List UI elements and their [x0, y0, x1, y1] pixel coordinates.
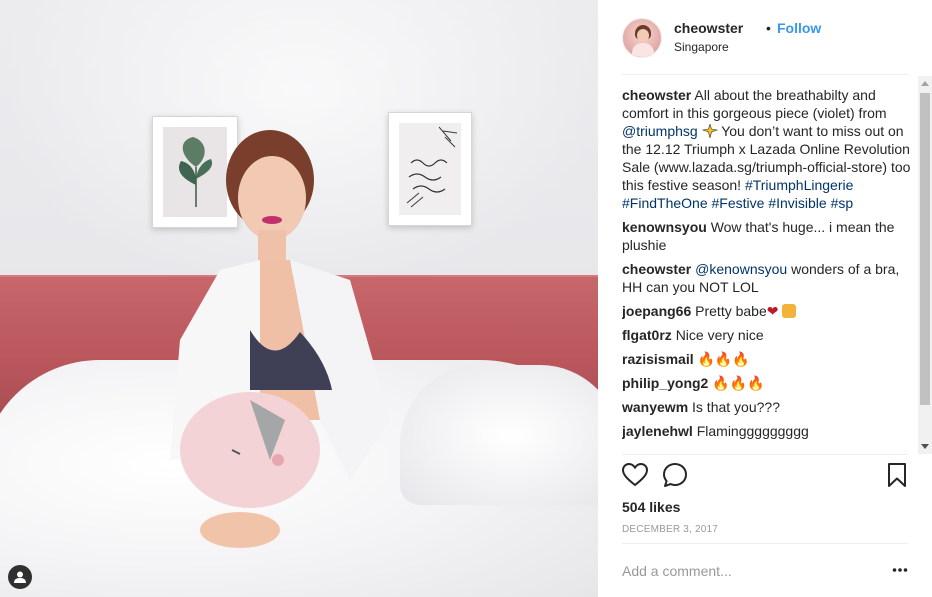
scroll-down-icon[interactable]	[921, 444, 929, 449]
location-link[interactable]: Singapore	[674, 40, 729, 54]
comments-scrollbar[interactable]	[918, 76, 932, 454]
heart-emoji-icon: ❤	[766, 303, 779, 319]
fire-emoji-icon: 🔥🔥🔥	[697, 351, 750, 367]
comment-username[interactable]: razisismail	[622, 351, 694, 367]
comment-username[interactable]: philip_yong2	[622, 375, 708, 391]
comment-item: jaylenehwl Flaminggggggggg	[622, 422, 912, 440]
post-date[interactable]: DECEMBER 3, 2017	[622, 524, 718, 535]
bed-pillow	[400, 365, 598, 505]
post-photo[interactable]	[0, 0, 598, 597]
comment-text: Nice very nice	[675, 327, 764, 343]
comment-text: Flaminggggggggg	[696, 423, 809, 439]
avatar[interactable]	[622, 18, 662, 58]
comment-item: flgat0rz Nice very nice	[622, 326, 912, 344]
comment-item: joepang66 Pretty babe❤	[622, 302, 912, 320]
scrollbar-thumb[interactable]	[920, 93, 930, 405]
comment-button[interactable]	[662, 462, 688, 488]
comment-mention[interactable]: @kenownsyou	[695, 261, 787, 277]
user-tag-button[interactable]	[8, 565, 32, 589]
comment-username[interactable]: wanyewm	[622, 399, 688, 415]
hashtag-2[interactable]: #FindTheOne	[622, 195, 708, 211]
scroll-up-icon[interactable]	[921, 81, 929, 86]
divider	[622, 454, 908, 455]
comments-list: cheowster All about the breathabilty and…	[622, 86, 912, 454]
hashtag-5[interactable]: #sp	[831, 195, 854, 211]
comment-item: philip_yong2 🔥🔥🔥	[622, 374, 912, 392]
hashtag-3[interactable]: #Festive	[712, 195, 765, 211]
sparkle-icon	[701, 124, 718, 138]
comment-username[interactable]: jaylenehwl	[622, 423, 693, 439]
girl-emoji-icon	[782, 304, 797, 318]
post-header: cheowster • Follow Singapore	[622, 16, 908, 64]
hashtag-1[interactable]: #TriumphLingerie	[745, 177, 853, 193]
hashtag-4[interactable]: #Invisible	[768, 195, 826, 211]
header-username[interactable]: cheowster	[674, 20, 743, 36]
divider	[622, 74, 908, 75]
comment-item: cheowster @kenownsyou wonders of a bra, …	[622, 260, 912, 296]
likes-count[interactable]: 504 likes	[622, 499, 680, 515]
post-actions	[622, 462, 908, 492]
add-comment-input[interactable]	[622, 558, 872, 584]
comment-username[interactable]: joepang66	[622, 303, 691, 319]
comment-text: Pretty babe	[695, 303, 767, 319]
person-figure	[170, 130, 390, 548]
more-options-button[interactable]	[892, 565, 908, 575]
comment-item: razisismail 🔥🔥🔥	[622, 350, 912, 368]
header-separator: •	[766, 20, 771, 36]
user-tag-icon	[14, 571, 26, 583]
caption: cheowster All about the breathabilty and…	[622, 86, 912, 212]
comment-text: Is that you???	[692, 399, 780, 415]
like-button[interactable]	[622, 462, 648, 488]
wall-frame-quote	[388, 112, 472, 226]
caption-username[interactable]: cheowster	[622, 87, 691, 103]
comment-username[interactable]: cheowster	[622, 261, 691, 277]
comment-username[interactable]: flgat0rz	[622, 327, 672, 343]
follow-button[interactable]: Follow	[777, 20, 821, 36]
comment-username[interactable]: kenownsyou	[622, 219, 707, 235]
caption-mention[interactable]: @triumphsg	[622, 123, 698, 139]
save-button[interactable]	[884, 462, 910, 488]
comment-item: kenownsyou Wow that's huge... i mean the…	[622, 218, 912, 254]
fire-emoji-icon: 🔥🔥🔥	[712, 375, 765, 391]
divider	[622, 543, 908, 544]
comment-item: wanyewm Is that you???	[622, 398, 912, 416]
